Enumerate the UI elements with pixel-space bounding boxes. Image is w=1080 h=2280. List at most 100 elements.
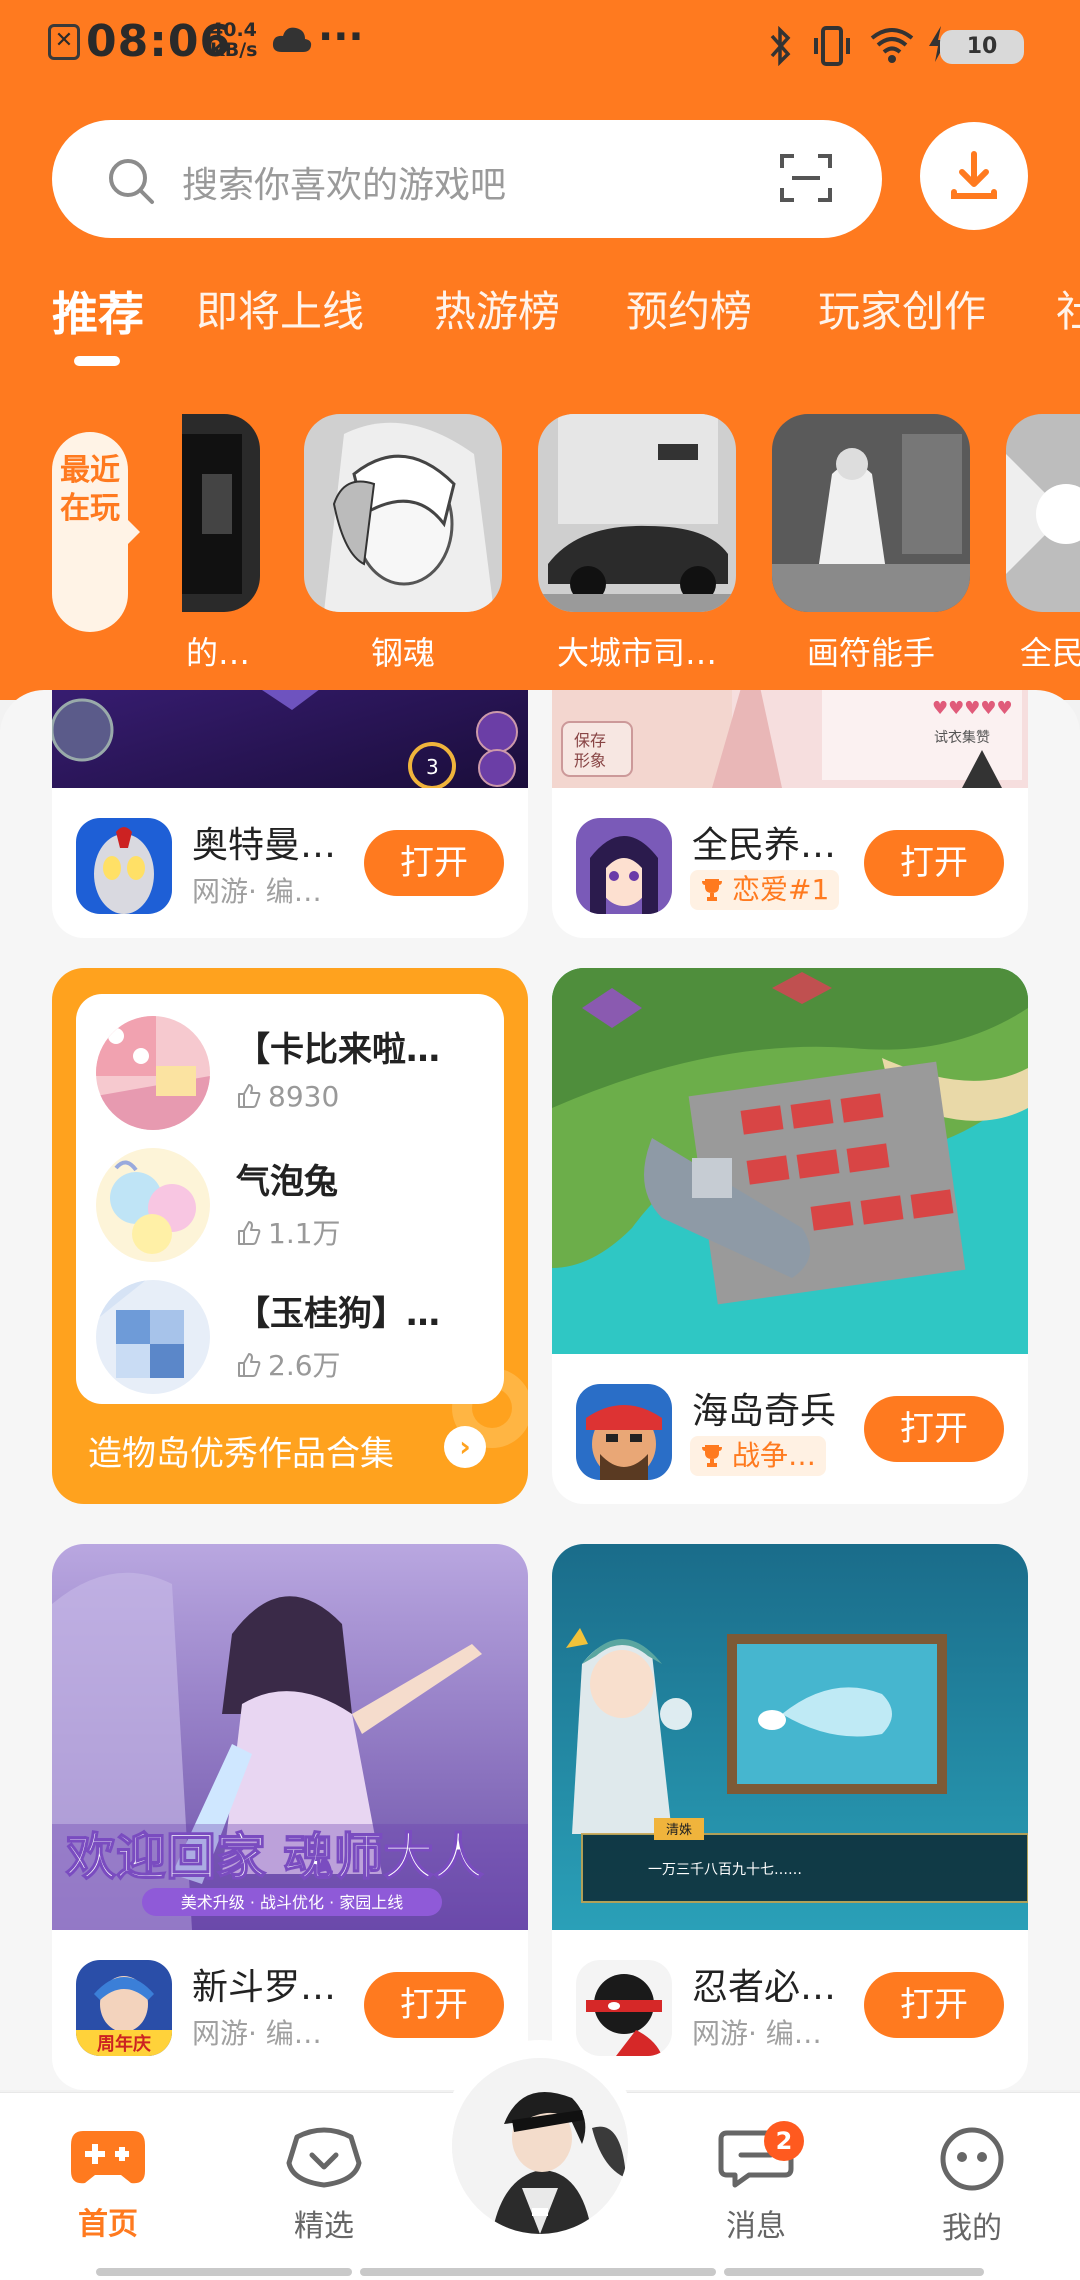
scene-text: 一万三千八百九十七…… [648,1862,802,1878]
nav-featured[interactable]: 精选 [254,2127,394,2245]
home-indicator [96,2268,352,2276]
scan-icon[interactable] [778,150,834,206]
search-bar[interactable]: 搜索你喜欢的游戏吧 [52,120,882,238]
header-area: ✕ 08:06 40.4 KB/s ··· 10 搜索你喜欢的游戏吧 推荐 即将… [0,0,1080,700]
category-tabs: 推荐 即将上线 热游榜 预约榜 玩家创作 社 [0,278,1080,368]
open-button[interactable]: 打开 [364,830,504,896]
game-card[interactable]: 保存 形象 ♥♥♥♥♥ 试衣集赞 全民养… 恋爱#1 打开 [552,690,1028,938]
like-count: 1.1万 [236,1212,341,1252]
collection-item[interactable]: 【卡比来啦… 8930 [96,1016,496,1136]
recent-game-name: 全民 [1020,634,1080,672]
banner-title: 欢迎回家 魂师大人 [65,1827,483,1886]
notification-icon: ✕ [48,24,80,60]
collection-footer-title: 造物岛优秀作品合集 [88,1434,394,1474]
download-button[interactable] [920,122,1028,230]
like-count-value: 2.6万 [268,1349,341,1382]
search-icon [109,159,154,204]
open-button[interactable]: 打开 [864,1972,1004,2038]
game-banner: 3 [52,690,528,788]
recent-played-label: 最近在玩 [52,432,140,632]
collection-item[interactable]: 气泡兔 1.1万 [96,1148,496,1268]
network-speed: 40.4 KB/s [210,20,257,60]
app-genre: 网游· 编… [192,2017,322,2050]
tab-community[interactable]: 社 [1056,278,1080,339]
app-name: 新斗罗… [192,1967,337,2008]
nav-home-label: 首页 [78,2207,138,2242]
diamond-heart-icon [286,2127,362,2188]
thumbs-up-icon [238,1353,261,1377]
bluetooth-icon [770,26,791,66]
tab-creations[interactable]: 玩家创作 [818,278,986,339]
nav-featured-label: 精选 [294,2209,354,2244]
app-icon [576,1384,672,1480]
app-name: 奥特曼… [192,825,337,866]
app-icon [576,1960,672,2056]
more-notifications-icon: ··· [318,14,364,60]
speed-value: 40.4 [210,19,257,41]
card-footer: 海岛奇兵 战争… 打开 [552,1354,1028,1504]
app-icon [576,818,672,914]
rank-badge-text: 恋爱#1 [732,873,830,906]
recent-games-strip[interactable]: 的… 钢魂 大城市司… 画符能手 全民 [182,414,1080,684]
nav-messages-label: 消息 [726,2209,786,2244]
game-card[interactable]: 清姝 一万三千八百九十七…… 忍者必… 网游· 编… 打开 [552,1544,1028,2090]
recent-game[interactable]: 钢魂 [304,414,502,674]
status-bar: ✕ 08:06 40.4 KB/s ··· 10 [0,0,1080,92]
game-card[interactable]: 3 奥特曼… 网游· 编… 打开 [52,690,528,938]
thumbs-up-icon [238,1084,261,1108]
home-indicator [360,2268,716,2276]
open-button[interactable]: 打开 [864,1396,1004,1462]
rank-badge-text: 战争… [732,1439,817,1472]
rank-badge: 战争… [690,1436,827,1476]
app-icon: 周年庆 [76,1960,172,2056]
vibrate-icon [814,26,850,66]
tab-hot[interactable]: 热游榜 [434,278,560,339]
creations-collection-card[interactable]: 【卡比来啦… 8930 气泡兔 1.1万 【玉桂狗】… 2.6万 造物岛优秀作品… [52,968,528,1504]
thumbs-up-icon [238,1221,261,1245]
svg-text:♥♥♥♥♥: ♥♥♥♥♥ [932,698,1013,719]
tab-reserve[interactable]: 预约榜 [626,278,752,339]
recent-game-thumb [538,414,736,612]
gamepad-icon [71,2131,145,2184]
nav-profile-label: 我的 [942,2211,1002,2246]
collection-item[interactable]: 【玉桂狗】… 2.6万 [96,1280,496,1400]
card-footer: 全民养… 恋爱#1 打开 [552,788,1028,938]
open-button[interactable]: 打开 [364,1972,504,2038]
card-footer: 奥特曼… 网游· 编… 打开 [52,788,528,938]
app-icon [76,818,172,914]
recent-game-name: 画符能手 [806,634,935,672]
game-card[interactable]: 欢迎回家 魂师大人 美术升级 · 战斗优化 · 家园上线 周年庆 新斗罗… 网游… [52,1544,528,2090]
collection-item-title: 【玉桂狗】… [236,1294,440,1334]
app-icon-caption: 周年庆 [97,2033,151,2055]
nav-messages[interactable]: 2 消息 [686,2121,826,2245]
recent-game[interactable]: 画符能手 [772,414,970,674]
collection-thumb [96,1148,210,1262]
card-footer: 周年庆 新斗罗… 网游· 编… 打开 [52,1930,528,2090]
wifi-icon [870,28,914,63]
download-icon [951,151,997,199]
chevron-right-icon[interactable]: › [444,1426,486,1468]
trophy-icon [702,1445,722,1467]
nav-home[interactable]: 首页 [38,2127,178,2243]
like-count-value: 8930 [268,1080,340,1113]
cloud-icon [272,27,312,52]
like-count-value: 1.1万 [268,1217,341,1250]
app-name: 忍者必… [692,1967,837,2008]
collection-item-title: 【卡比来啦… [236,1030,440,1070]
game-card[interactable]: 海岛奇兵 战争… 打开 [552,968,1028,1504]
recent-game[interactable]: 全民 [1006,414,1080,674]
nav-profile[interactable]: 我的 [902,2127,1042,2247]
tab-upcoming[interactable]: 即将上线 [196,278,364,339]
tab-indicator [74,356,120,366]
center-avatar-button[interactable] [442,2040,638,2250]
tab-recommend[interactable]: 推荐 [52,278,144,344]
recent-game[interactable]: 大城市司… [538,414,736,674]
open-button[interactable]: 打开 [864,830,1004,896]
recent-game[interactable]: 的… [182,414,260,674]
recent-game-thumb [182,414,260,612]
recent-game-name: 钢魂 [370,634,435,672]
recent-game-name: 的… [185,634,250,672]
app-genre: 网游· 编… [192,875,322,908]
avatar [452,2058,628,2234]
app-genre: 网游· 编… [692,2017,822,2050]
